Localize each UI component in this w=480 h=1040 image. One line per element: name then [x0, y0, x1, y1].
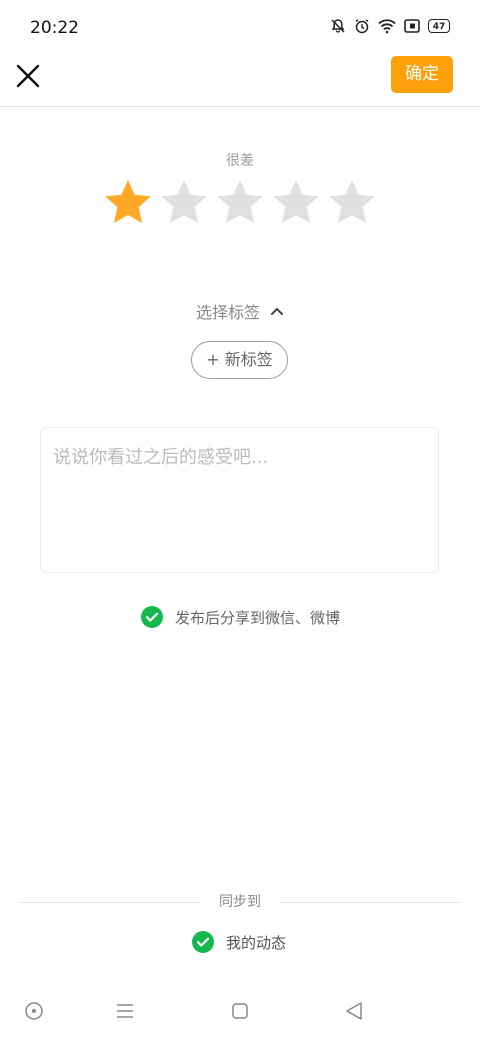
sync-item-my-feed[interactable]: 我的动态 [192, 931, 286, 953]
sync-divider: 同步到 [20, 892, 460, 912]
sim-icon [404, 19, 420, 33]
assistant-icon[interactable] [22, 999, 46, 1023]
status-bar: 20:22 47 [0, 0, 480, 56]
divider-line [280, 902, 460, 903]
status-icons: 47 [330, 18, 450, 34]
comment-input[interactable]: 说说你看过之后的感受吧... [40, 427, 439, 573]
check-circle-icon[interactable] [192, 931, 214, 953]
star-icon-4[interactable] [272, 178, 320, 226]
check-circle-icon[interactable] [141, 606, 163, 628]
comment-placeholder: 说说你看过之后的感受吧... [53, 447, 269, 468]
back-triangle-icon[interactable] [342, 999, 366, 1023]
select-tags-toggle[interactable]: 选择标签 [0, 299, 480, 323]
home-square-icon[interactable] [228, 999, 252, 1023]
star-icon-2[interactable] [160, 178, 208, 226]
menu-icon[interactable] [113, 999, 137, 1023]
sync-item-label: 我的动态 [226, 933, 287, 952]
share-option[interactable]: 发布后分享到微信、微博 [141, 606, 340, 628]
rating-label: 很差 [226, 153, 254, 169]
share-label: 发布后分享到微信、微博 [175, 608, 341, 627]
alarm-icon [355, 19, 369, 34]
confirm-button[interactable]: 确定 [391, 56, 453, 93]
wifi-icon [378, 19, 396, 34]
select-tags-label: 选择标签 [195, 303, 260, 322]
new-tag-button[interactable]: + 新标签 [191, 341, 288, 379]
system-nav-bar [0, 985, 480, 1040]
star-icon-3[interactable] [216, 178, 264, 226]
star-rating[interactable] [104, 178, 376, 226]
star-icon-1[interactable] [104, 178, 152, 226]
header: 确定 [0, 56, 480, 107]
chevron-up-icon [271, 308, 283, 315]
star-icon-5[interactable] [328, 178, 376, 226]
bell-mute-icon [331, 19, 345, 33]
status-time: 20:22 [30, 18, 79, 38]
battery-icon: 47 [428, 19, 450, 33]
close-icon[interactable] [14, 62, 42, 90]
